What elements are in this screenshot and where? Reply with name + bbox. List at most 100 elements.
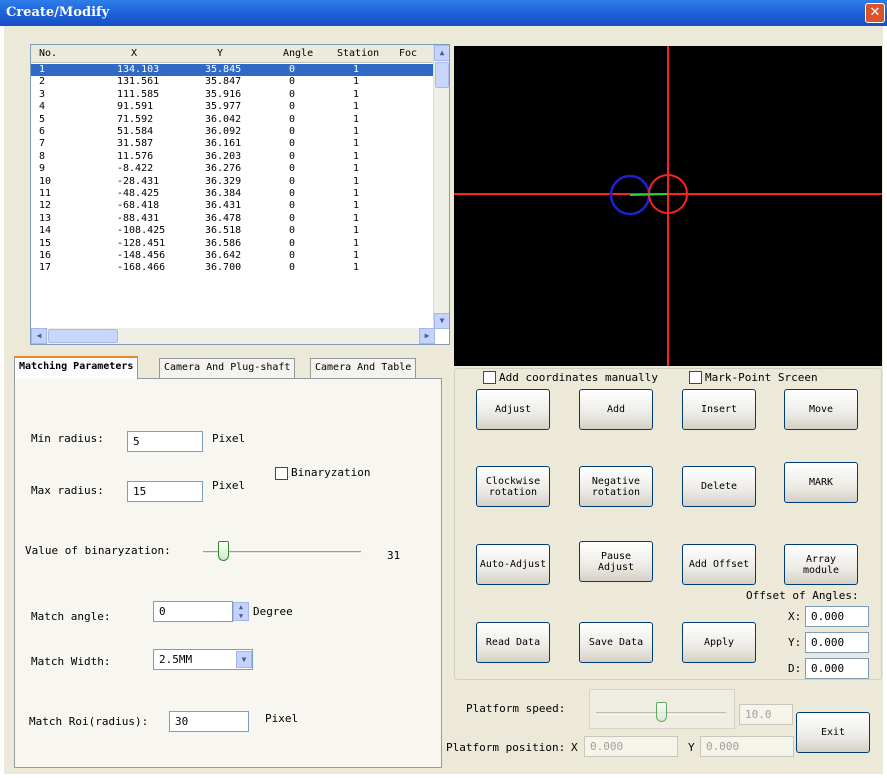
table-cell: 15 [39,237,52,249]
table-row[interactable]: 5 71.592 36.042 0 1 [31,114,435,126]
table-cell: 1 [353,76,360,88]
offset-d-input[interactable]: 0.000 [805,658,869,679]
table-cell: 36.478 [205,212,242,224]
add-offset-button[interactable]: Add Offset [682,544,756,585]
table-cell: -168.466 [117,262,166,274]
offset-y-input[interactable]: 0.000 [805,632,869,653]
spin-arrows-icon[interactable]: ▲ ▼ [233,602,249,621]
table-row[interactable]: 17 -168.466 36.700 0 1 [31,262,435,274]
adjust-button[interactable]: Adjust [476,389,550,430]
table-row[interactable]: 9 -8.422 36.276 0 1 [31,163,435,175]
exit-button[interactable]: Exit [796,712,870,753]
match-angle-unit: Degree [253,605,293,618]
match-roi-label: Match Roi(radius): [29,715,149,728]
pause-adjust-button[interactable]: Pause Adjust [579,541,653,582]
column-header-station[interactable]: Station [337,48,379,59]
close-icon[interactable]: ✕ [865,3,885,23]
table-cell: -48.425 [117,188,160,199]
min-radius-input[interactable]: 5 [127,431,203,452]
table-row[interactable]: 2 131.561 35.847 0 1 [31,76,435,88]
table-cell: 1 [353,88,360,100]
tab-camera-plug-shaft[interactable]: Camera And Plug-shaft [159,358,296,378]
arrow-up-icon[interactable]: ▲ [434,45,449,61]
move-button[interactable]: Move [784,389,858,430]
insert-button[interactable]: Insert [682,389,756,430]
mark-button[interactable]: MARK [784,462,858,503]
table-row[interactable]: 1 134.103 35.845 0 1 [31,64,435,76]
platform-speed-thumb[interactable] [656,702,667,722]
table-cell: 0 [289,200,296,212]
delete-button[interactable]: Delete [682,466,756,507]
table-row[interactable]: 13 -88.431 36.478 0 1 [31,213,435,225]
platform-speed-slider[interactable] [589,689,735,729]
read-data-button[interactable]: Read Data [476,622,550,663]
coordinates-list[interactable]: No. X Y Angle Station Foc 1 134.103 35.845… [30,44,450,345]
table-cell: 35.916 [205,88,242,100]
scroll-thumb[interactable] [435,62,449,88]
add-manually-checkbox[interactable] [483,371,496,384]
table-cell: 1 [353,250,360,261]
table-cell: 0 [289,163,296,175]
column-header-y[interactable]: Y [217,48,223,59]
chevron-down-icon[interactable]: ▼ [236,651,252,668]
table-row[interactable]: 7 31.587 36.161 0 1 [31,138,435,150]
table-cell: 6 [39,126,46,137]
tab-camera-table[interactable]: Camera And Table [310,358,417,378]
table-row[interactable]: 3 111.585 35.916 0 1 [31,89,435,101]
match-roi-unit: Pixel [265,712,299,725]
table-cell: 36.203 [205,150,242,162]
table-cell: 36.092 [205,126,242,137]
horizontal-scrollbar[interactable]: ◀ ▶ [31,328,435,344]
platform-x-input[interactable]: 0.000 [584,736,678,757]
table-cell: 8 [39,150,46,162]
add-button[interactable]: Add [579,389,653,430]
match-roi-input[interactable]: 30 [169,711,249,732]
table-row[interactable]: 8 11.576 36.203 0 1 [31,151,435,163]
auto-adjust-button[interactable]: Auto-Adjust [476,544,550,585]
platform-speed-input[interactable]: 10.0 [739,704,793,725]
clockwise-rotation-button[interactable]: Clockwise rotation [476,466,550,507]
mark-point-screen-checkbox[interactable] [689,371,702,384]
table-cell: 14 [39,225,52,237]
arrow-down-icon[interactable]: ▼ [434,313,449,329]
add-manually-label: Add coordinates manually [499,371,658,384]
table-row[interactable]: 12 -68.418 36.431 0 1 [31,200,435,212]
column-header-foc[interactable]: Foc [399,48,417,59]
array-module-button[interactable]: Array module [784,544,858,585]
table-row[interactable]: 4 91.591 35.977 0 1 [31,101,435,113]
arrow-right-icon[interactable]: ▶ [419,328,435,344]
tab-matching-parameters[interactable]: Matching Parameters [14,356,139,379]
platform-y-input[interactable]: 0.000 [700,736,794,757]
save-data-button[interactable]: Save Data [579,622,653,663]
table-row[interactable]: 16 -148.456 36.642 0 1 [31,250,435,262]
table-row[interactable]: 6 51.584 36.092 0 1 [31,126,435,138]
negative-rotation-button[interactable]: Negative rotation [579,466,653,507]
table-cell: 1 [353,175,360,187]
vertical-scrollbar[interactable]: ▲ ▼ [433,45,449,329]
create-modify-window: Create/Modify ✕ No. X Y Angle Station Fo… [0,0,887,778]
offset-x-input[interactable]: 0.000 [805,606,869,627]
table-cell: 36.700 [205,262,242,274]
camera-view [454,46,882,366]
column-header-x[interactable]: X [131,48,137,59]
table-row[interactable]: 15 -128.451 36.586 0 1 [31,238,435,250]
arrow-left-icon[interactable]: ◀ [31,328,47,344]
binaryzation-checkbox[interactable] [275,467,288,480]
table-cell: 134.103 [117,64,160,75]
table-cell: 0 [289,250,296,261]
table-row[interactable]: 11 -48.425 36.384 0 1 [31,188,435,200]
table-cell: 51.584 [117,126,154,137]
column-header-angle[interactable]: Angle [283,48,313,59]
table-cell: 35.847 [205,76,242,88]
table-cell: 36.161 [205,138,242,150]
table-cell: 36.329 [205,175,242,187]
table-row[interactable]: 14 -108.425 36.518 0 1 [31,225,435,237]
max-radius-input[interactable]: 15 [127,481,203,502]
hscroll-thumb[interactable] [48,329,118,343]
table-cell: 0 [289,126,296,137]
column-header-no[interactable]: No. [39,48,57,59]
table-row[interactable]: 10 -28.431 36.329 0 1 [31,176,435,188]
binaryzation-slider-thumb[interactable] [218,541,229,561]
apply-button[interactable]: Apply [682,622,756,663]
match-angle-input[interactable]: 0 [153,601,233,622]
